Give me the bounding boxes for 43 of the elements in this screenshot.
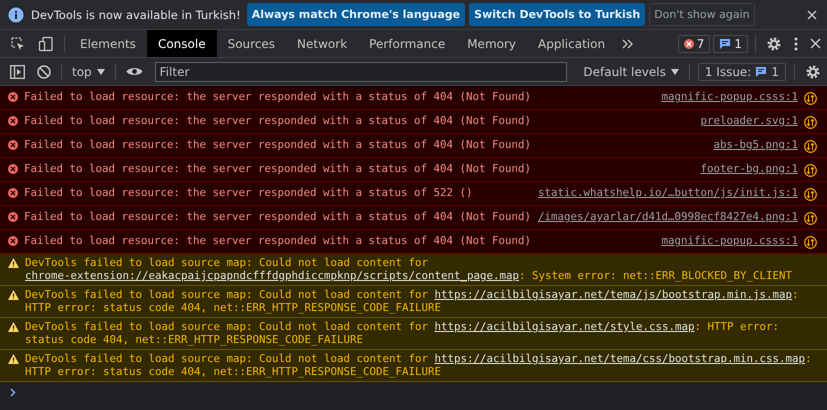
- error-text: Failed to load resource: the server responded with a status of 404 (Not Found): [24, 162, 532, 175]
- error-text: Failed to load resource: the server responded with a status of 404 (Not Found): [24, 234, 532, 247]
- infobar-button[interactable]: Switch DevTools to Turkish: [469, 3, 646, 26]
- source-map-link[interactable]: chrome-extension://eakacpaijcpapndcfffdgphdiccmpknp/scripts/content_page.map: [25, 269, 520, 282]
- error-text: Failed to load resource: the server responded with a status of 404 (Not Found): [24, 138, 532, 151]
- issues-count: 1: [771, 64, 779, 78]
- source-map-link[interactable]: https://acilbilgisayar.net/tema/css/bootstrap.min.css.map: [434, 352, 806, 365]
- panel-tab[interactable]: Application: [527, 30, 616, 57]
- context-dropdown[interactable]: top: [66, 64, 111, 78]
- warning-text: DevTools failed to load source map: Could not load content for https://acilbilgisayar.net/style.css.map: HTTP error: status code 404, net::ERR_HTTP_RESPONSE_CODE_FAILURE: [25, 320, 780, 346]
- warning-text: DevTools failed to load source map: Could not load content for https://acilbilgisayar.net/tema/css/bootstrap.min.css.map: HTTP error: status code 404, net::ERR_HTTP_RESPONSE_CODE_FAILURE: [25, 352, 813, 378]
- error-counter[interactable]: 7: [678, 34, 710, 52]
- issues-button[interactable]: 1 Issue: 1: [698, 62, 786, 80]
- source-link[interactable]: magnific-popup.csss:1: [661, 234, 798, 247]
- source-link[interactable]: static.whatshelp.io/…button/js/init.js:1: [538, 186, 798, 199]
- source-link[interactable]: footer-bg.png:1: [700, 162, 798, 175]
- panel-tab[interactable]: Console: [146, 30, 217, 57]
- error-text: Failed to load resource: the server responded with a status of 404 (Not Found): [24, 210, 532, 223]
- source-link[interactable]: /images/ayarlar/d41d…0998ecf8427e4.png:1: [538, 210, 798, 223]
- infobar-button[interactable]: Don't show again: [649, 3, 755, 26]
- issues-label: 1 Issue:: [704, 64, 752, 78]
- panel-tab[interactable]: Memory: [456, 30, 528, 57]
- source-link[interactable]: magnific-popup.csss:1: [661, 90, 798, 103]
- panel-tab[interactable]: Network: [286, 30, 358, 57]
- filter-field[interactable]: Filter: [154, 62, 568, 82]
- panel-tab[interactable]: Elements: [69, 30, 147, 57]
- error-text: Failed to load resource: the server responded with a status of 404 (Not Found): [24, 114, 532, 127]
- warning-text: DevTools failed to load source map: Could not load content for https://acilbilgisayar.net/tema/js/bootstrap.min.js.map: HTTP error: status code 404, net::ERR_HTTP_RESPONSE_CODE_FAILURE: [25, 288, 800, 314]
- warning-text: DevTools failed to load source map: Could not load content for chrome-extension://eakacpaijcpapndcfffdgphdiccmpknp/scripts/content_page.map: System error: net::ERR_BLOCKED_BY_CLIENT: [25, 256, 794, 282]
- message-counter[interactable]: 1: [713, 34, 748, 52]
- error-text: Failed to load resource: the server responded with a status of 522 (): [24, 186, 474, 199]
- source-map-link[interactable]: https://acilbilgisayar.net/tema/js/bootstrap.min.js.map: [434, 288, 792, 301]
- panel-tab[interactable]: Performance: [358, 30, 456, 57]
- error-count: 7: [696, 36, 704, 50]
- error-text: Failed to load resource: the server responded with a status of 404 (Not Found): [24, 90, 532, 103]
- source-link[interactable]: abs-bg5.png:1: [713, 138, 798, 151]
- info-message: DevTools is now available in Turkish!: [31, 8, 241, 22]
- source-map-link[interactable]: https://acilbilgisayar.net/style.css.map: [434, 320, 695, 333]
- panel-tab[interactable]: Sources: [216, 30, 286, 57]
- message-count: 1: [734, 36, 742, 50]
- source-link[interactable]: preloader.svg:1: [700, 114, 798, 127]
- levels-dropdown[interactable]: Default levels: [577, 64, 685, 78]
- infobar-button[interactable]: Always match Chrome's language: [246, 3, 466, 26]
